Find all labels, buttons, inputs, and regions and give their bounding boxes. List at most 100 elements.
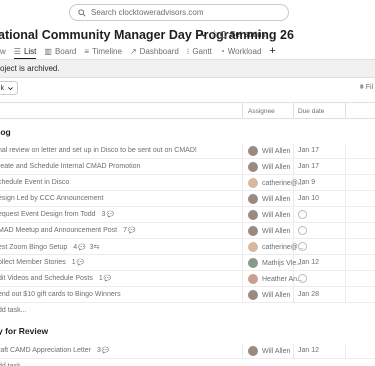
set-status-button[interactable]: Set status <box>220 30 266 39</box>
assignee[interactable]: Will Allen <box>248 194 290 204</box>
due-date[interactable]: Jan 28 <box>298 291 319 298</box>
task-name[interactable]: reate and Schedule Internal CMAD Promoti… <box>0 163 140 170</box>
add-tab-icon[interactable]: + <box>269 45 275 57</box>
column-divider <box>345 223 346 239</box>
add-task-link[interactable]: dd task... <box>0 307 26 314</box>
filter-button[interactable]: ⩩ Fil <box>360 84 373 92</box>
task-name[interactable]: raft CAMD Appreciation Letter 3 💬 <box>0 347 109 354</box>
due-date[interactable]: Jan 17 <box>298 163 319 170</box>
column-divider <box>293 191 294 207</box>
calendar-icon[interactable] <box>298 274 307 283</box>
task-name[interactable]: esign Led by CCC Announcement <box>0 195 103 202</box>
add-task-label: k <box>0 84 5 92</box>
tab-workload[interactable]: ◔ Workload <box>220 47 262 56</box>
table-row[interactable]: est Zoom Bingo Setup 4 💬 3 ⇆ catherine@... <box>0 239 375 255</box>
due-date[interactable]: Jan 17 <box>298 147 319 154</box>
due-date[interactable]: Jan 10 <box>298 195 319 202</box>
column-divider <box>345 287 346 303</box>
due-date[interactable]: Jan 9 <box>298 179 315 186</box>
table-row[interactable]: end out $10 gift cards to Bingo Winners W… <box>0 287 375 303</box>
chevron-down-icon[interactable] <box>199 30 208 39</box>
tab-label: w <box>0 46 6 56</box>
tab-board[interactable]: ▥ Board <box>44 47 76 56</box>
toolbar: k ⩩ Fil <box>0 80 375 98</box>
assignee[interactable]: Heather An... <box>248 274 303 284</box>
task-name[interactable]: equest Event Design from Todd 3 💬 <box>0 211 114 218</box>
column-assignee[interactable]: Assignee <box>248 108 275 115</box>
column-divider <box>345 103 346 118</box>
comment-count: 3 💬 <box>102 211 114 218</box>
table-row[interactable]: raft CAMD Appreciation Letter 3 💬 Will Alle… <box>0 343 375 359</box>
assignee[interactable]: Will Allen <box>248 162 290 172</box>
assignee[interactable]: Will Allen <box>248 210 290 220</box>
task-name-text: raft CAMD Appreciation Letter <box>0 347 91 354</box>
top-bar: Search clocktoweradvisors.com <box>0 0 375 24</box>
tab-overview[interactable]: w <box>0 47 6 56</box>
task-name[interactable]: ollect Member Stories 1 💬 <box>0 259 84 266</box>
comment-count-value: 3 <box>97 347 101 354</box>
assignee[interactable]: Will Allen <box>248 226 290 236</box>
assignee[interactable]: Will Allen <box>248 346 290 356</box>
task-name[interactable]: MAD Meetup and Announcement Post 7 💬 <box>0 227 135 234</box>
calendar-icon[interactable] <box>298 210 307 219</box>
task-name[interactable]: chedule Event in Disco <box>0 179 69 186</box>
task-name[interactable]: dit Videos and Schedule Posts 1 💬 <box>0 275 111 282</box>
add-task-button[interactable]: k <box>0 81 18 95</box>
comment-count: 3 💬 <box>97 347 109 354</box>
status-circle-icon <box>220 31 227 38</box>
column-due-date[interactable]: Due date <box>298 108 324 115</box>
assignee[interactable]: Will Allen <box>248 290 290 300</box>
column-divider <box>293 287 294 303</box>
avatar <box>248 162 258 172</box>
task-name-text: chedule Event in Disco <box>0 179 70 186</box>
table-row[interactable]: dit Videos and Schedule Posts 1 💬 Heather A… <box>0 271 375 287</box>
comment-icon: 💬 <box>76 260 85 266</box>
column-divider <box>242 343 243 359</box>
due-date[interactable]: Jan 12 <box>298 259 319 266</box>
table-row[interactable]: chedule Event in Disco catherine@... Jan 9 <box>0 175 375 191</box>
star-icon[interactable]: ☆ <box>210 29 219 40</box>
table-row[interactable]: esign Led by CCC Announcement Will Allen J… <box>0 191 375 207</box>
comment-count-value: 7 <box>123 227 127 234</box>
assignee[interactable]: catherine@... <box>248 178 304 188</box>
assignee[interactable]: catherine@... <box>248 242 304 252</box>
tab-gantt[interactable]: ⁝ Gantt <box>187 47 212 56</box>
table-row[interactable]: reate and Schedule Internal CMAD Promoti… <box>0 159 375 175</box>
tab-dashboard[interactable]: ↗ Dashboard <box>130 47 179 56</box>
calendar-icon[interactable] <box>298 226 307 235</box>
tab-label: Gantt <box>192 46 212 56</box>
column-divider <box>345 255 346 271</box>
assignee[interactable]: Mathijs Vle... <box>248 258 302 268</box>
task-name-text: esign Led by CCC Announcement <box>0 195 104 202</box>
task-name-text: MAD Meetup and Announcement Post <box>0 227 118 234</box>
column-divider <box>345 207 346 223</box>
comment-icon: 💬 <box>78 244 86 251</box>
table-row[interactable]: nal review on letter and set up in Disco… <box>0 143 375 159</box>
tab-label: Dashboard <box>139 46 179 56</box>
tab-timeline[interactable]: ≡ Timeline <box>84 47 122 56</box>
assignee-name: Will Allen <box>262 211 291 219</box>
table-row[interactable]: MAD Meetup and Announcement Post 7 💬 Will A… <box>0 223 375 239</box>
column-divider <box>242 191 243 207</box>
section-header[interactable]: y for Review <box>0 326 48 336</box>
search-input[interactable]: Search clocktoweradvisors.com <box>69 4 289 21</box>
task-name-text: dit Videos and Schedule Posts <box>0 275 93 282</box>
due-date[interactable]: Jan 12 <box>298 347 319 354</box>
column-divider <box>345 159 346 175</box>
task-name[interactable]: nal review on letter and set up in Disco… <box>0 147 197 154</box>
avatar <box>248 226 258 236</box>
comment-count-value: 3 <box>101 211 106 218</box>
tab-list[interactable]: ☰ List <box>14 47 37 56</box>
calendar-icon[interactable] <box>298 242 307 251</box>
archived-banner: oject is archived. <box>0 60 375 78</box>
assignee[interactable]: Will Allen <box>248 146 290 156</box>
gantt-icon: ⁝ <box>186 46 190 56</box>
section-header[interactable]: log <box>0 127 11 137</box>
table-row[interactable]: equest Event Design from Todd 3 💬 Will Alle… <box>0 207 375 223</box>
avatar <box>248 146 258 156</box>
table-row[interactable]: ollect Member Stories 1 💬 Mathijs Vle... Jan… <box>0 255 375 271</box>
comment-count-value: 1 <box>71 259 76 266</box>
task-name[interactable]: est Zoom Bingo Setup 4 💬 3 ⇆ <box>0 243 99 252</box>
avatar <box>248 290 258 300</box>
task-name[interactable]: end out $10 gift cards to Bingo Winners <box>0 291 121 298</box>
